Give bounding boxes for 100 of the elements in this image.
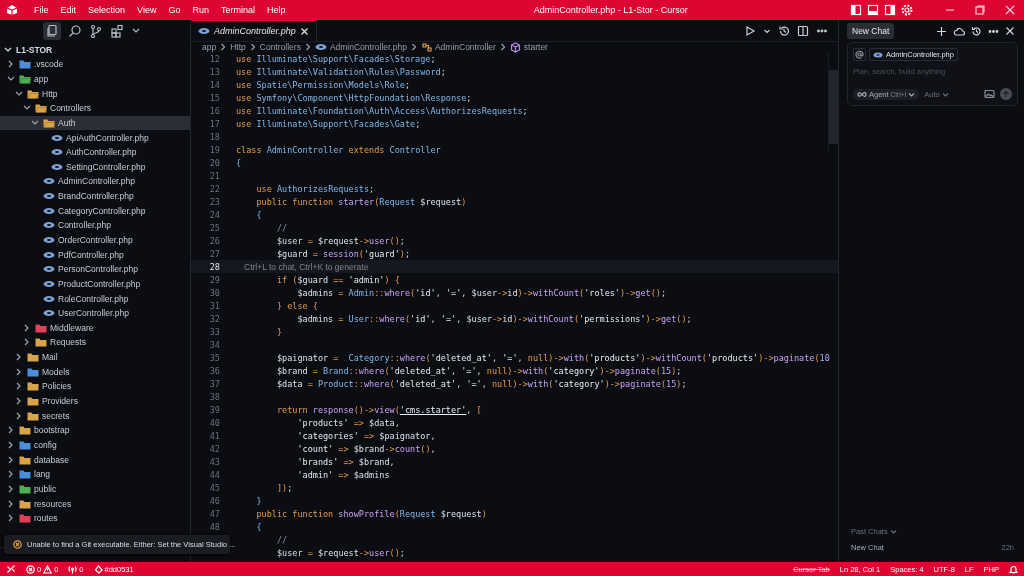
code-line[interactable]: $brand = Brand::where('deleted_at', '=', null)->with('category')->paginate(15); — [236, 365, 682, 376]
menu-item[interactable]: Help — [260, 5, 292, 15]
bell-icon[interactable] — [1009, 564, 1018, 574]
code-line[interactable]: 'admin' => $admins — [236, 469, 390, 480]
code-line[interactable]: } — [236, 326, 283, 337]
mention-button[interactable] — [853, 48, 866, 61]
menu-item[interactable]: Go — [162, 5, 187, 15]
right-panel-icon[interactable] — [884, 4, 896, 16]
tree-item[interactable]: Controller.php — [0, 218, 190, 233]
tree-item[interactable]: SettingController.php — [0, 159, 190, 175]
bottom-panel-icon[interactable] — [867, 4, 879, 16]
tree-item[interactable]: PdfController.php — [0, 247, 190, 262]
menu-item[interactable]: Selection — [82, 5, 132, 15]
code-line[interactable]: $admins = User::where('id', '=', $user->id)->withCount('permissions')->get(); — [236, 313, 692, 324]
tree-item[interactable]: Http — [0, 86, 190, 101]
code-line[interactable]: use Illuminate\Support\Facades\Storage; — [236, 53, 436, 64]
breadcrumb-item[interactable]: AdminController.php — [329, 42, 407, 52]
branch-icon[interactable] — [89, 24, 103, 38]
left-panel-icon[interactable] — [850, 4, 862, 16]
menu-item[interactable]: Run — [186, 5, 215, 15]
code-line[interactable]: { — [236, 157, 242, 168]
close-icon[interactable] — [299, 26, 309, 36]
tree-item[interactable]: database — [0, 452, 190, 467]
cloud-icon[interactable] — [953, 25, 965, 37]
editor-tab[interactable]: AdminController.php — [191, 20, 317, 41]
code-line[interactable]: $user = $request->user(); — [236, 547, 405, 558]
tree-item[interactable]: RoleController.php — [0, 291, 190, 306]
search-icon[interactable] — [68, 24, 82, 38]
tree-item[interactable]: Auth — [0, 115, 190, 131]
code-line[interactable]: $user = $request->user(); — [236, 235, 405, 246]
code-line[interactable]: } — [236, 495, 262, 506]
scrollbar-thumb[interactable] — [829, 70, 838, 144]
tree-item[interactable]: UserController.php — [0, 305, 190, 321]
tree-item[interactable]: CategoryController.php — [0, 203, 190, 219]
code-line[interactable]: use AuthorizesRequests; — [236, 183, 375, 194]
tree-item[interactable]: app — [0, 71, 190, 87]
code-line[interactable]: use Illuminate\Validation\Rules\Password; — [236, 66, 446, 77]
tree-item[interactable]: PersonController.php — [0, 261, 190, 277]
code-line[interactable]: class AdminController extends Controller — [236, 144, 441, 155]
breadcrumb-item[interactable]: app — [202, 42, 217, 52]
split-editor-icon[interactable] — [797, 24, 809, 37]
code-line[interactable]: 'categories' => $paignator, — [236, 430, 436, 441]
tree-item[interactable]: ProductController.php — [0, 276, 190, 292]
image-icon[interactable] — [984, 89, 995, 99]
menu-item[interactable]: File — [28, 5, 55, 15]
project-name[interactable]: L1-STOR — [16, 44, 53, 55]
settings-icon[interactable] — [901, 4, 913, 16]
tree-item[interactable]: ApiAuthController.php — [0, 130, 190, 145]
code-line[interactable]: public function showProfile(Request $request) — [236, 508, 487, 519]
tree-item[interactable]: BrandController.php — [0, 188, 190, 204]
tree-item[interactable]: AuthController.php — [0, 144, 190, 160]
history-icon[interactable] — [971, 25, 982, 37]
tree-item[interactable]: .vscode — [0, 57, 190, 72]
code-line[interactable]: 'brands' => $brand, — [236, 456, 395, 467]
code-line[interactable]: use Illuminate\Support\Facades\Gate; — [236, 118, 421, 129]
tree-item[interactable]: Providers — [0, 393, 190, 409]
code-line[interactable]: ]); — [236, 482, 293, 493]
code-line[interactable]: // — [236, 534, 288, 545]
tree-item[interactable]: Mail — [0, 349, 190, 365]
code-line[interactable]: $admins = Admin::where('id', '=', $user->id)->withCount('roles')->get(); — [236, 287, 667, 298]
restore-icon[interactable] — [974, 4, 986, 16]
tree-item[interactable]: Middleware — [0, 320, 190, 336]
code-line[interactable]: } else { — [236, 300, 318, 311]
tree-item[interactable]: routes — [0, 510, 190, 526]
history-icon[interactable] — [778, 24, 790, 37]
tree-item[interactable]: public — [0, 481, 190, 497]
plus-icon[interactable] — [936, 25, 947, 37]
tree-item[interactable]: resources — [0, 496, 190, 511]
tree-item[interactable]: bootstrap — [0, 423, 190, 438]
remote-icon[interactable] — [6, 564, 16, 574]
breadcrumb-item[interactable]: starter — [523, 42, 548, 52]
breadcrumb-item[interactable]: Http — [230, 42, 246, 52]
code-line[interactable]: // — [236, 222, 288, 233]
tree-item[interactable]: Requests — [0, 335, 190, 350]
tree-item[interactable]: config — [0, 437, 190, 453]
code-line[interactable]: { — [236, 521, 262, 532]
code-line[interactable]: { — [236, 209, 262, 220]
breadcrumb-item[interactable]: Controllers — [259, 42, 301, 52]
code-line[interactable]: $guard = session('guard'); — [236, 248, 411, 259]
tree-item[interactable]: Controllers — [0, 100, 190, 116]
tree-item[interactable]: Policies — [0, 379, 190, 394]
menu-item[interactable]: Edit — [54, 5, 83, 15]
tree-item[interactable]: OrderController.php — [0, 232, 190, 248]
breadcrumb-item[interactable]: AdminController — [434, 42, 496, 52]
menu-item[interactable]: View — [131, 5, 163, 15]
new-chat-button[interactable]: New Chat — [847, 23, 895, 39]
close-icon[interactable] — [1005, 26, 1015, 36]
tree-item[interactable]: secrets — [0, 408, 190, 423]
code-line[interactable]: use Illuminate\Foundation\Auth\Access\AuthorizesRequests; — [236, 105, 528, 116]
tree-item[interactable]: AdminController.php — [0, 174, 190, 189]
tree-item[interactable]: Models — [0, 364, 190, 380]
code-line[interactable]: if ($guard == 'admin') { — [236, 274, 400, 285]
code-line[interactable]: use Spatie\Permission\Models\Role; — [236, 79, 410, 90]
code-line[interactable]: 'products' => $data, — [236, 417, 400, 428]
code-line[interactable]: $paignator = Category::where('deleted_at', '=', null)->with('products')->withCount('products')->paginate(10 — [236, 352, 830, 363]
code-line[interactable]: 'count' => $brand->count(), — [236, 443, 436, 454]
code-line[interactable]: $data = Product::where('deleted_at', '=', null)->with('category')->paginate(15); — [236, 378, 687, 389]
code-line[interactable]: public function starter(Request $request) — [236, 196, 467, 207]
tree-item[interactable]: lang — [0, 466, 190, 482]
menu-item[interactable]: Terminal — [214, 5, 261, 15]
